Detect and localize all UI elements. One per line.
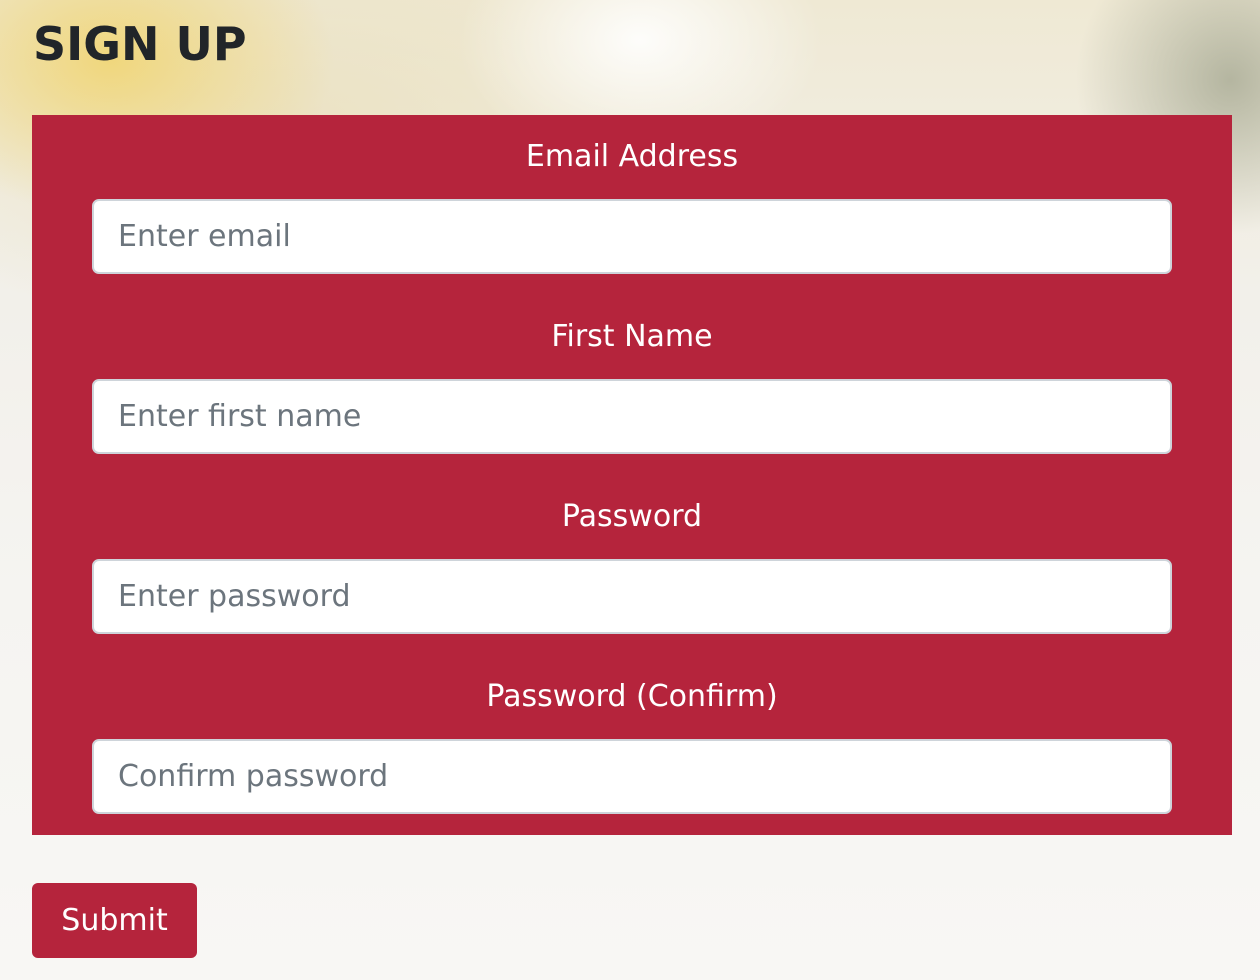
page-title: SIGN UP	[33, 17, 247, 71]
confirm-password-label: Password (Confirm)	[486, 679, 778, 714]
submit-button[interactable]: Submit	[32, 883, 197, 958]
first-name-field[interactable]	[92, 379, 1172, 454]
password-label: Password	[561, 499, 703, 534]
first-name-label: First Name	[551, 319, 713, 354]
signup-form: Email Address First Name Password Passwo…	[32, 115, 1232, 835]
email-field[interactable]	[92, 199, 1172, 274]
confirm-password-field[interactable]	[92, 739, 1172, 814]
email-label: Email Address	[525, 139, 739, 174]
password-field[interactable]	[92, 559, 1172, 634]
